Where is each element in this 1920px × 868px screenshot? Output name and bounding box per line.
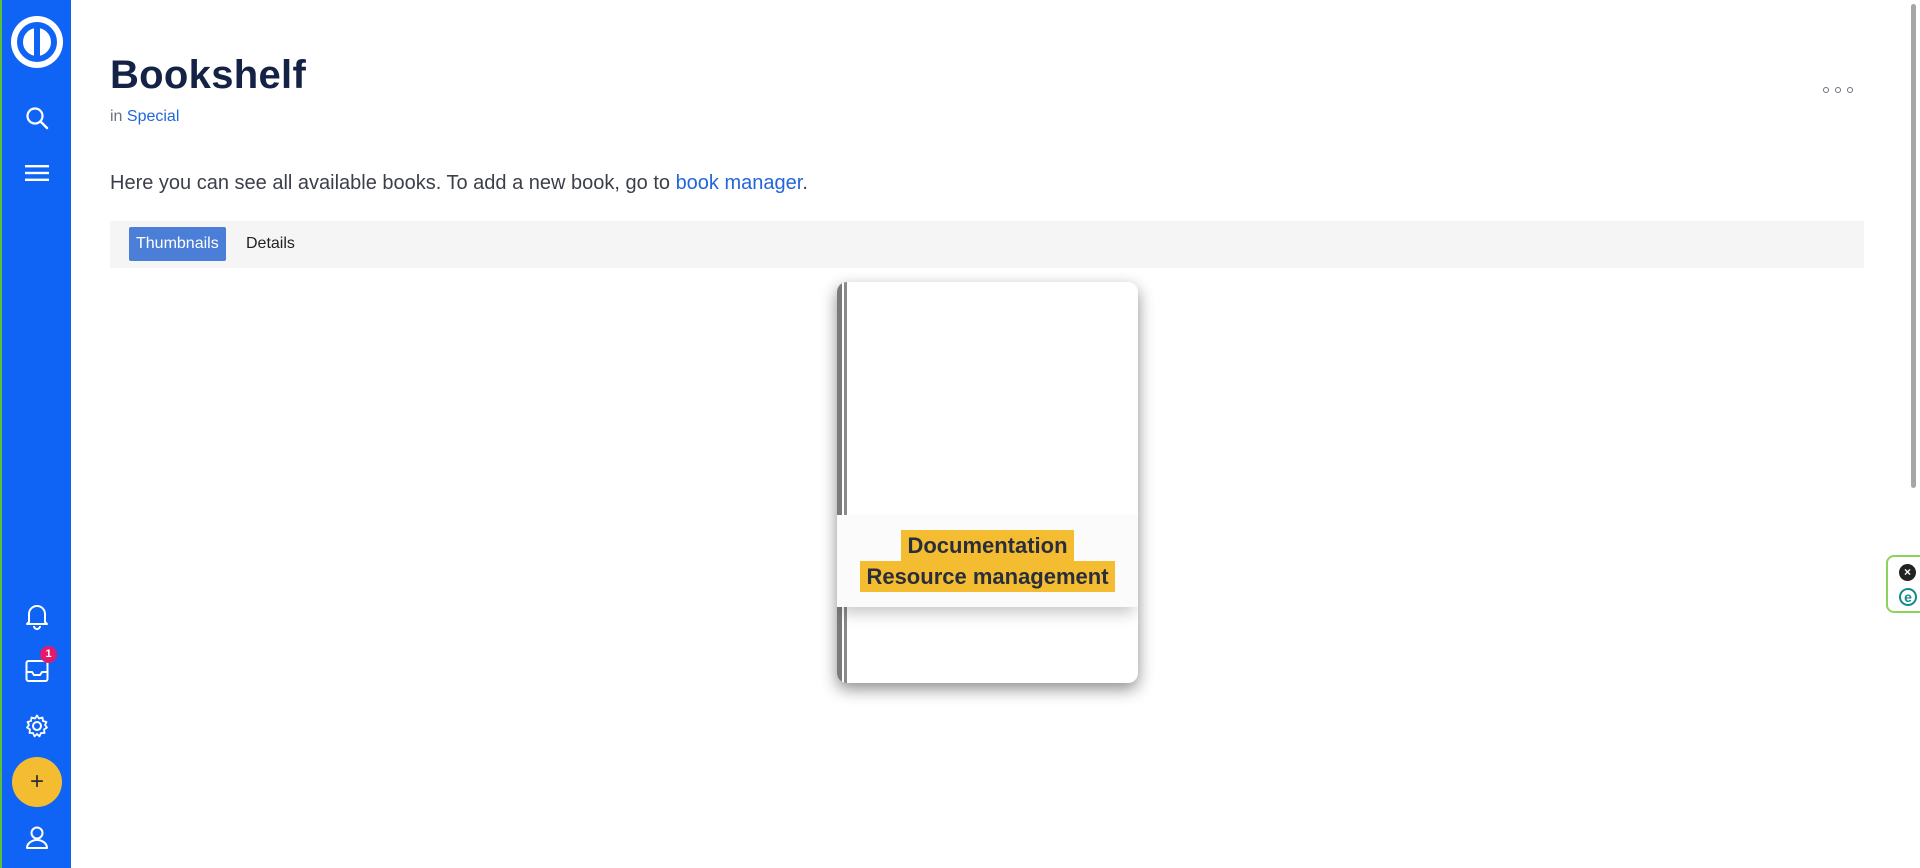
inbox-badge: 1 bbox=[40, 646, 57, 663]
book-title-band: Documentation Resource management bbox=[837, 515, 1138, 607]
book-spine-line bbox=[844, 282, 847, 683]
more-dot bbox=[1847, 87, 1853, 93]
breadcrumb-prefix: in bbox=[110, 108, 123, 125]
user-button[interactable] bbox=[2, 815, 71, 859]
tab-details[interactable]: Details bbox=[239, 227, 302, 261]
book-manager-link[interactable]: book manager bbox=[676, 172, 803, 194]
book-card[interactable]: Documentation Resource management bbox=[837, 282, 1138, 683]
search-icon bbox=[25, 107, 48, 130]
user-icon bbox=[25, 826, 48, 849]
more-options-button[interactable] bbox=[1823, 78, 1853, 102]
view-tabs: Thumbnails Details bbox=[110, 221, 1864, 268]
more-dot bbox=[1835, 87, 1841, 93]
menu-button[interactable] bbox=[2, 151, 71, 195]
intro-text: Here you can see all available books. To… bbox=[110, 172, 808, 195]
sidebar: 1 + bbox=[0, 0, 71, 868]
book-title-line2: Resource management bbox=[860, 561, 1115, 592]
bell-icon bbox=[25, 605, 48, 630]
hamburger-icon bbox=[24, 165, 49, 181]
book-spine bbox=[837, 282, 842, 683]
scrollbar-thumb[interactable] bbox=[1911, 4, 1916, 488]
notifications-button[interactable] bbox=[2, 594, 71, 638]
side-widget: × e bbox=[1886, 555, 1920, 613]
search-button[interactable] bbox=[2, 96, 71, 140]
breadcrumb: in Special bbox=[110, 108, 179, 126]
page-scrollbar[interactable] bbox=[1907, 0, 1920, 868]
e-icon[interactable]: e bbox=[1899, 588, 1917, 606]
book-title-line1: Documentation bbox=[901, 530, 1074, 561]
plus-icon: + bbox=[29, 768, 44, 795]
inbox-button[interactable] bbox=[2, 649, 71, 693]
breadcrumb-link-special[interactable]: Special bbox=[127, 108, 179, 125]
add-button[interactable]: + bbox=[12, 757, 62, 807]
intro-body: Here you can see all available books. To… bbox=[110, 172, 670, 194]
more-dots-icon bbox=[1823, 87, 1829, 93]
main-content: Bookshelf in Special Here you can see al… bbox=[110, 0, 1865, 868]
page-title: Bookshelf bbox=[110, 53, 307, 97]
settings-button[interactable] bbox=[2, 704, 71, 748]
logo-icon[interactable] bbox=[11, 16, 63, 68]
tab-thumbnails[interactable]: Thumbnails bbox=[129, 227, 226, 261]
gear-icon bbox=[25, 714, 48, 738]
close-icon[interactable]: × bbox=[1899, 564, 1916, 581]
intro-suffix: . bbox=[802, 172, 808, 194]
